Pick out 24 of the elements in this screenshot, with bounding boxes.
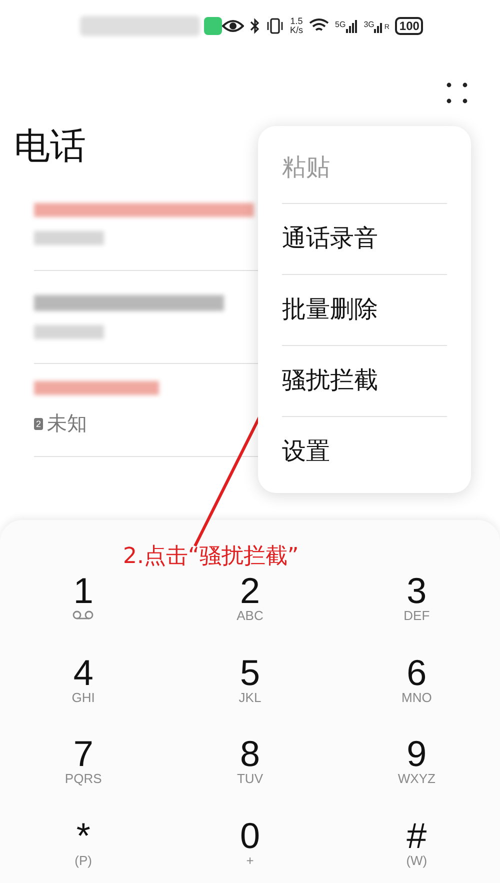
network-type: 3G: [364, 19, 374, 31]
voicemail-icon: [72, 610, 94, 620]
signal-icon: [346, 19, 358, 33]
annotation-text: 2.点击“骚扰拦截”: [123, 544, 299, 570]
menu-item[interactable]: 通话录音: [282, 203, 447, 274]
dial-key[interactable]: * (P): [0, 818, 167, 883]
vibrate-icon: [266, 18, 284, 34]
dial-key[interactable]: # (W): [333, 818, 500, 883]
bluetooth-icon: [250, 18, 260, 34]
menu-item[interactable]: 骚扰拦截: [282, 345, 447, 416]
eye-icon: [222, 19, 244, 33]
more-options-icon[interactable]: [446, 82, 468, 104]
chat-icon: [204, 17, 222, 35]
network-type: 5G: [335, 19, 346, 31]
sim-badge: 2: [34, 418, 44, 430]
battery-indicator: 100: [395, 17, 424, 35]
network-speed: 1.5 K/s: [290, 17, 304, 35]
blurred-location: [34, 231, 104, 245]
menu-item[interactable]: 设置: [282, 416, 447, 487]
page-title: 电话: [14, 124, 86, 168]
call-location: 未知: [47, 412, 88, 437]
dial-key[interactable]: 0 +: [166, 818, 334, 883]
menu-item[interactable]: 批量删除: [282, 274, 447, 345]
blurred-location: [34, 325, 104, 339]
